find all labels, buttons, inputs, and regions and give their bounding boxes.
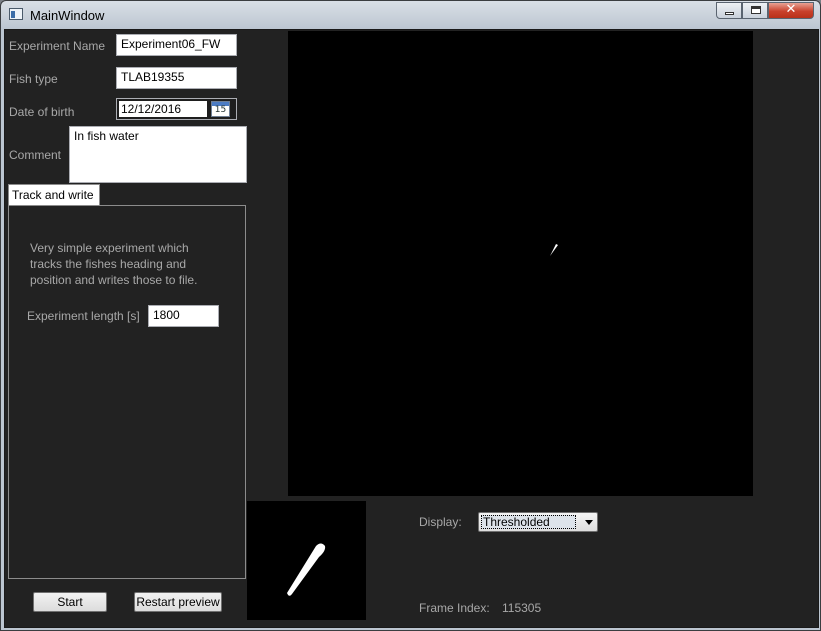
- fish-thumbnail: [247, 501, 366, 620]
- frame-index-label: Frame Index:: [419, 601, 490, 615]
- chevron-down-icon: [585, 520, 593, 525]
- comment-label: Comment: [9, 148, 62, 162]
- date-of-birth-label: Date of birth: [9, 105, 75, 119]
- experiment-description: Very simple experiment which tracks the …: [30, 241, 198, 287]
- fish-thumbnail-canvas: [287, 543, 326, 596]
- display-selected-value: Thresholded: [481, 515, 576, 529]
- fish-type-input[interactable]: TLAB19355: [116, 67, 237, 89]
- minimize-icon: [725, 12, 734, 15]
- maximize-button[interactable]: [742, 2, 768, 19]
- display-label: Display:: [419, 515, 462, 529]
- client-area: Experiment Name Experiment06_FW Fish typ…: [4, 29, 819, 628]
- fish-thumbnail-shape: [287, 543, 326, 596]
- experiment-name-input[interactable]: Experiment06_FW: [116, 34, 237, 56]
- calendar-button[interactable]: 15: [211, 101, 230, 117]
- minimize-button[interactable]: [716, 2, 742, 19]
- comment-textarea[interactable]: In fish water: [69, 126, 247, 183]
- close-icon: ✕: [785, 2, 797, 17]
- tab-panel: Very simple experiment which tracks the …: [8, 205, 246, 579]
- experiment-length-label: Experiment length [s]: [27, 309, 140, 323]
- window-title: MainWindow: [30, 8, 105, 23]
- experiment-length-input[interactable]: 1800: [148, 305, 219, 327]
- camera-view: [288, 31, 753, 496]
- fish-marker: [550, 244, 558, 256]
- restart-preview-button[interactable]: Restart preview: [134, 592, 222, 612]
- close-button[interactable]: ✕: [768, 2, 814, 19]
- date-picker[interactable]: 12/12/2016 15: [116, 98, 237, 120]
- display-select[interactable]: Thresholded: [478, 512, 598, 532]
- title-bar[interactable]: MainWindow ✕: [1, 1, 820, 29]
- fish-type-label: Fish type: [9, 72, 58, 86]
- start-button[interactable]: Start: [33, 592, 107, 612]
- date-of-birth-input[interactable]: 12/12/2016: [119, 101, 207, 117]
- camera-view-canvas: [550, 244, 558, 256]
- caption-buttons: ✕: [716, 2, 814, 21]
- calendar-icon-day: 15: [214, 105, 227, 115]
- experiment-name-label: Experiment Name: [9, 39, 106, 53]
- tab-track-and-write[interactable]: Track and write: [8, 184, 100, 206]
- maximize-icon: [751, 6, 761, 14]
- main-window: MainWindow ✕ Experiment Name Experiment0…: [0, 0, 821, 631]
- app-window-icon: [9, 8, 23, 20]
- frame-index-value: 115305: [502, 601, 542, 615]
